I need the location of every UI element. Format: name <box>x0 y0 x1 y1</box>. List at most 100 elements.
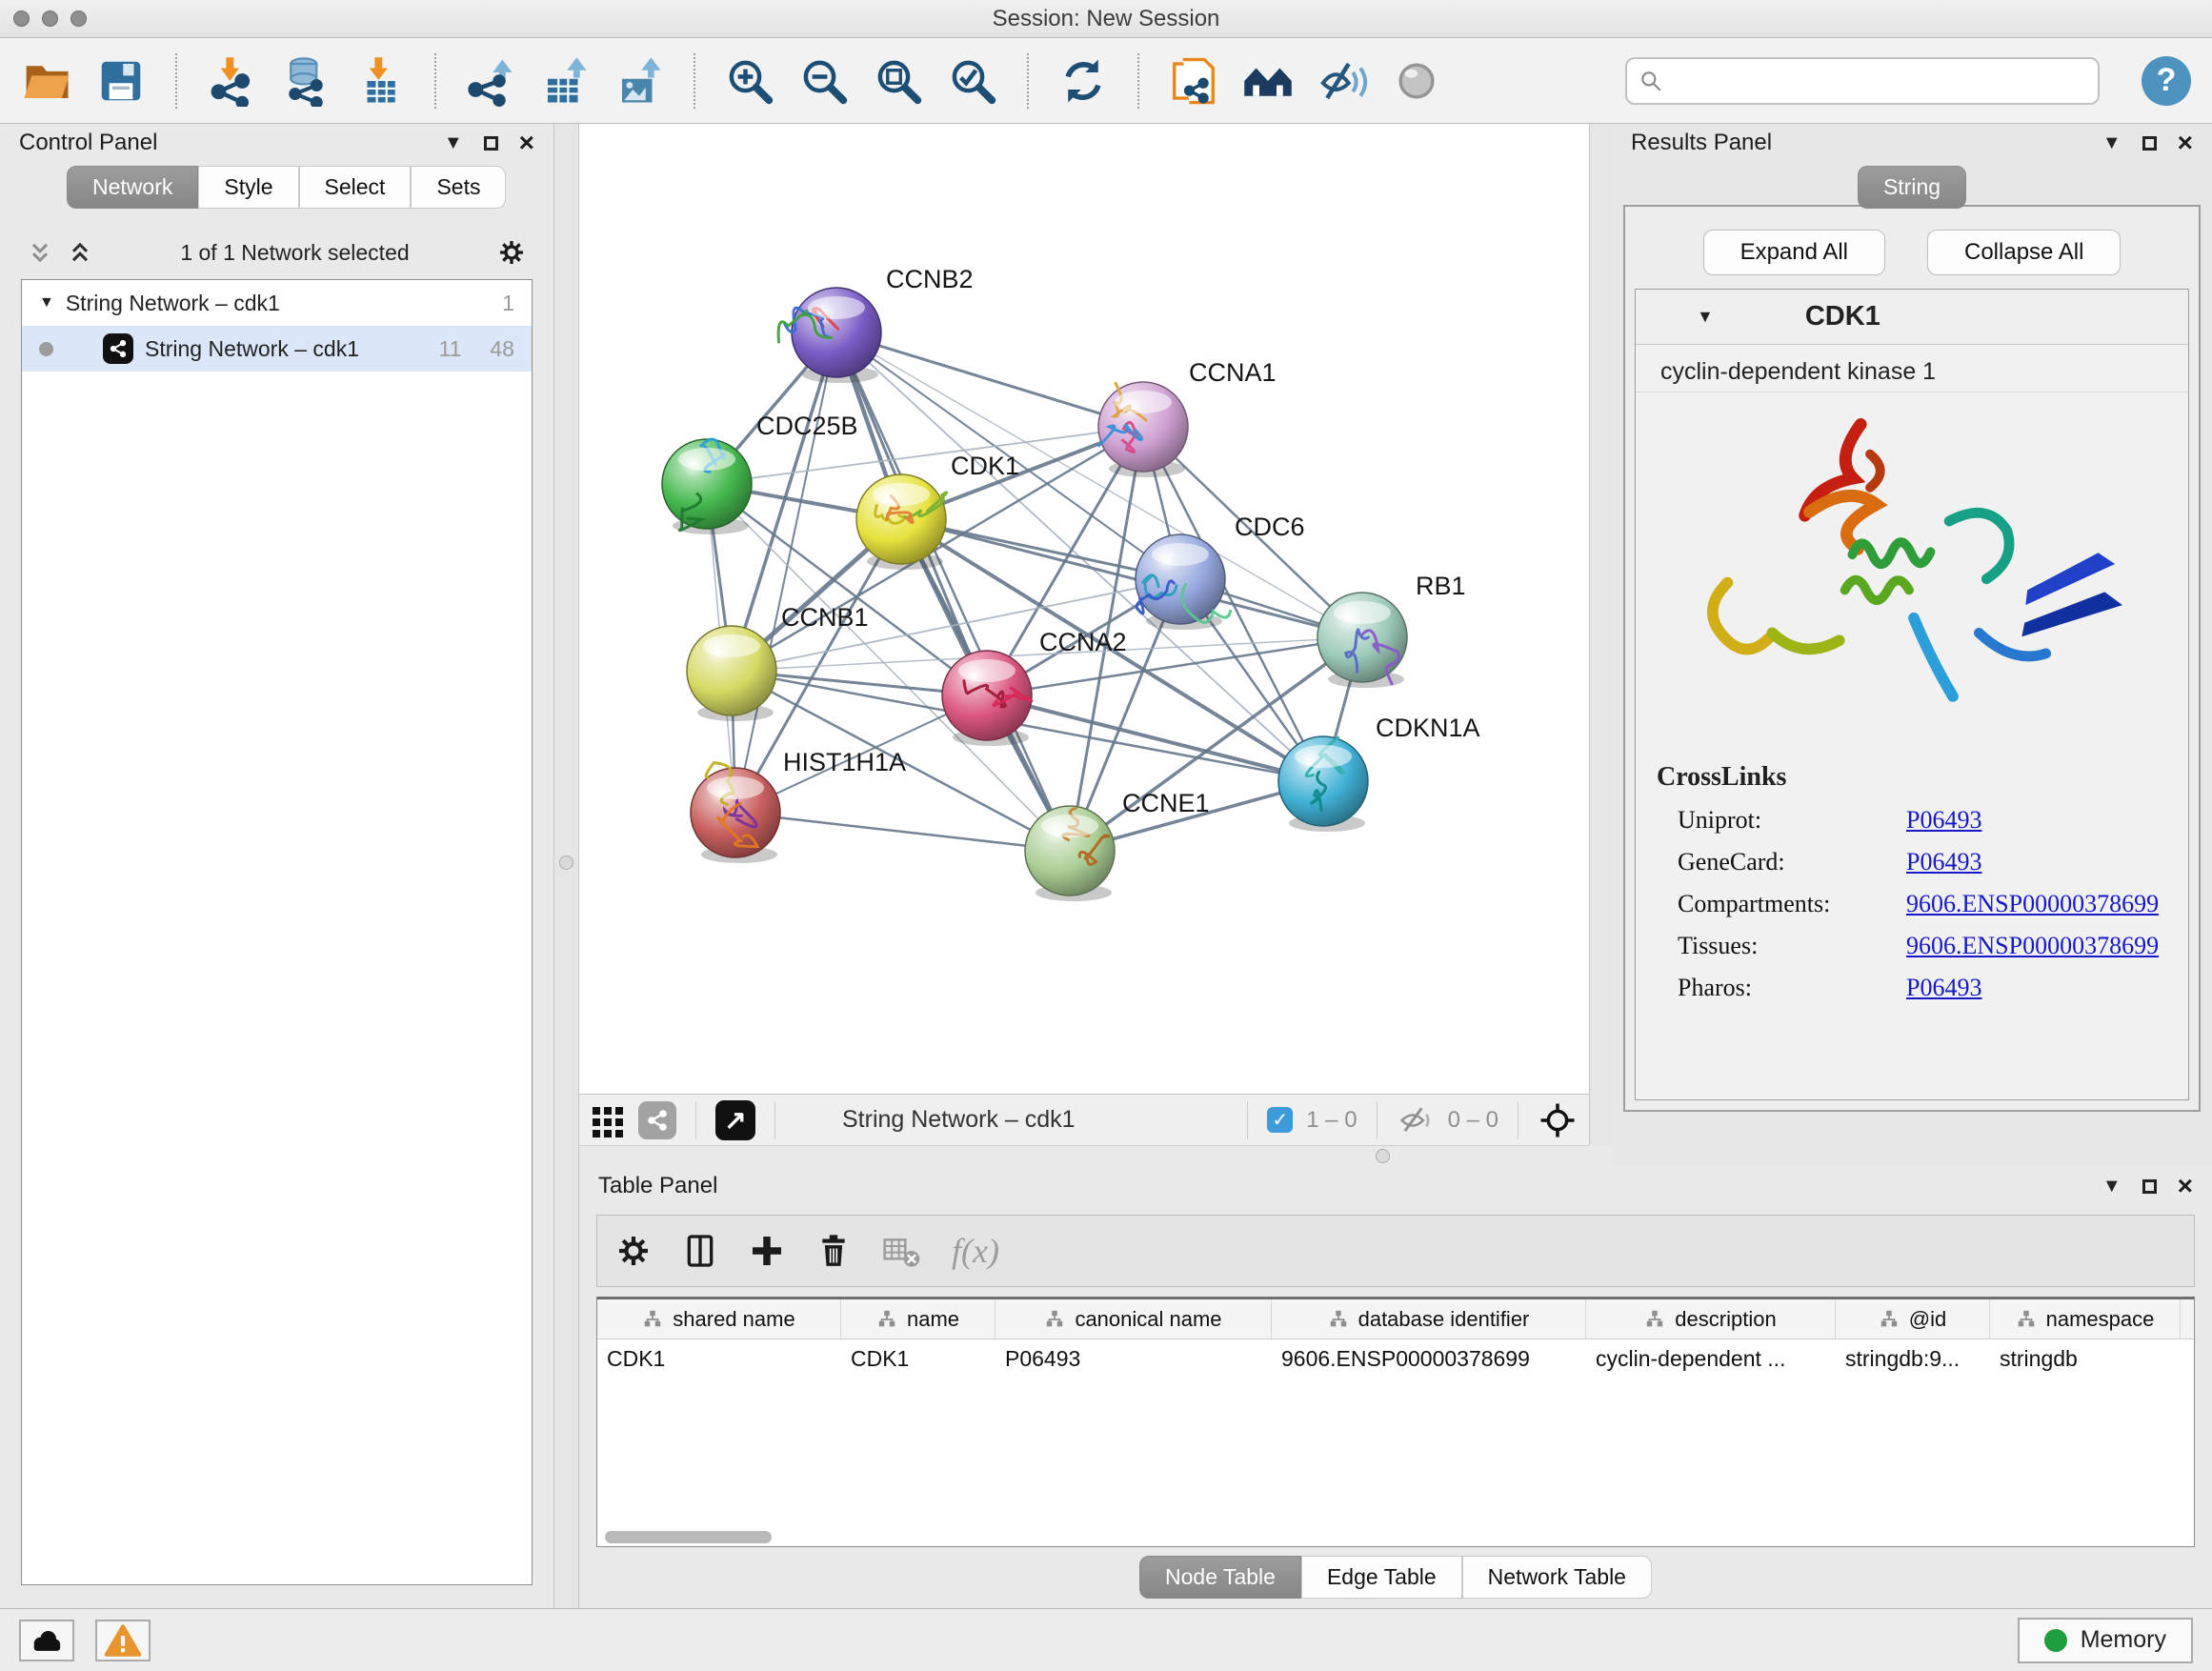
table-panel-close-icon[interactable]: × <box>2178 1173 2193 1199</box>
columns-icon[interactable] <box>681 1232 719 1270</box>
zoom-selected-icon[interactable] <box>947 55 998 107</box>
control-panel-menu-icon[interactable]: ▼ <box>444 132 463 154</box>
zoom-out-icon[interactable] <box>798 55 850 107</box>
gene-header[interactable]: ▼ CDK1 <box>1636 290 2188 345</box>
network-canvas[interactable]: CCNB2CCNA1CDC25BCDK1CDC6RB1CCNB1CCNA2CDK… <box>579 124 1589 1094</box>
delete-icon[interactable] <box>814 1232 853 1270</box>
tab-select[interactable]: Select <box>299 166 412 209</box>
column-header-database-identifier[interactable]: database identifier <box>1272 1299 1586 1339</box>
column-header-canonical-name[interactable]: canonical name <box>995 1299 1272 1339</box>
show-graphics-details-icon[interactable] <box>1391 55 1442 107</box>
grid-icon[interactable] <box>591 1103 625 1137</box>
zoom-fit-icon[interactable] <box>873 55 924 107</box>
network-node-CCNA1[interactable] <box>1098 382 1188 477</box>
network-node-CDKN1A[interactable] <box>1278 736 1368 832</box>
column-header-shared-name[interactable]: shared name <box>597 1299 841 1339</box>
collapse-all-icon[interactable] <box>27 239 53 266</box>
right-splitter[interactable] <box>1589 124 1612 1145</box>
help-button[interactable]: ? <box>2142 56 2191 106</box>
network-node-HIST1H1A[interactable] <box>691 763 780 864</box>
network-node-CDC6[interactable] <box>1136 534 1231 630</box>
cloud-button[interactable] <box>19 1620 74 1661</box>
string-home-icon[interactable] <box>1242 55 1294 107</box>
hidden-eye-icon[interactable] <box>1397 1105 1435 1136</box>
control-panel-close-icon[interactable]: × <box>519 130 534 156</box>
zoom-in-icon[interactable] <box>724 55 775 107</box>
network-node-CCNB1[interactable] <box>687 626 776 721</box>
expand-all-button[interactable]: Expand All <box>1703 230 1885 275</box>
column-header-name[interactable]: name <box>841 1299 995 1339</box>
export-image-icon[interactable] <box>613 55 665 107</box>
gear-icon[interactable] <box>496 237 527 268</box>
column-header-description[interactable]: description <box>1586 1299 1836 1339</box>
add-column-icon[interactable] <box>748 1232 786 1270</box>
tab-network[interactable]: Network <box>67 166 198 209</box>
network-row[interactable]: String Network – cdk1 11 48 <box>22 326 532 372</box>
import-network-from-database-icon[interactable] <box>280 55 332 107</box>
collection-caret-icon[interactable]: ▼ <box>39 294 54 312</box>
open-session-icon[interactable] <box>21 55 72 107</box>
memory-status-dot <box>2044 1629 2067 1652</box>
collapse-all-button[interactable]: Collapse All <box>1927 230 2121 275</box>
gear-icon[interactable] <box>614 1232 653 1270</box>
crosslink-link[interactable]: 9606.ENSP00000378699 <box>1906 932 2159 960</box>
expand-all-icon[interactable] <box>67 239 93 266</box>
edge-count: 48 <box>490 336 514 362</box>
crosslink-link[interactable]: P06493 <box>1906 974 1981 1002</box>
export-table-icon[interactable] <box>539 55 591 107</box>
network-node-CCNE1[interactable] <box>1025 806 1115 901</box>
selected-checkbox-icon[interactable]: ✓ <box>1267 1107 1293 1133</box>
table-panel-menu-icon[interactable]: ▼ <box>2102 1176 2122 1198</box>
table-cell[interactable]: stringdb:9... <box>1836 1339 1990 1378</box>
open-external-icon[interactable]: ↗ <box>715 1100 755 1140</box>
fit-crosshair-icon[interactable] <box>1538 1100 1578 1140</box>
network-node-CCNB2[interactable] <box>778 288 881 383</box>
network-node-CDK1[interactable] <box>856 474 947 570</box>
scrollbar-thumb[interactable] <box>605 1531 772 1543</box>
tab-network-table[interactable]: Network Table <box>1462 1556 1652 1599</box>
crosslink-link[interactable]: P06493 <box>1906 848 1981 876</box>
control-panel-float-icon[interactable] <box>484 136 498 151</box>
table-cell[interactable]: cyclin-dependent ... <box>1586 1339 1836 1378</box>
table-cell[interactable]: stringdb <box>1990 1339 2181 1378</box>
table-cell[interactable]: P06493 <box>995 1339 1272 1378</box>
results-panel-float-icon[interactable] <box>2142 136 2157 151</box>
share-icon[interactable] <box>638 1101 676 1139</box>
open-network-in-browser-icon[interactable] <box>1168 55 1219 107</box>
tab-string[interactable]: String <box>1858 166 1966 209</box>
export-network-icon[interactable] <box>465 55 516 107</box>
results-panel-menu-icon[interactable]: ▼ <box>2102 132 2122 154</box>
table-splitter[interactable] <box>579 1145 1589 1167</box>
hidden-count: 0 – 0 <box>1448 1107 1498 1134</box>
node-label-CCNE1: CCNE1 <box>1122 789 1210 817</box>
network-node-CDC25B[interactable] <box>662 439 752 534</box>
hide-glasses-icon[interactable] <box>1317 55 1368 107</box>
left-splitter[interactable] <box>553 124 579 1608</box>
save-session-icon[interactable] <box>95 55 147 107</box>
search-input[interactable] <box>1671 67 2086 95</box>
import-network-icon[interactable] <box>206 55 257 107</box>
tab-style[interactable]: Style <box>198 166 298 209</box>
tab-edge-table[interactable]: Edge Table <box>1301 1556 1462 1599</box>
table-cell[interactable]: 9606.ENSP00000378699 <box>1272 1339 1586 1378</box>
tab-sets[interactable]: Sets <box>411 166 506 209</box>
network-collection-row[interactable]: ▼ String Network – cdk1 1 <box>22 280 532 326</box>
memory-button[interactable]: Memory <box>2018 1618 2193 1663</box>
network-node-CCNA2[interactable] <box>942 651 1032 746</box>
table-horizontal-scrollbar[interactable] <box>597 1529 2194 1546</box>
warning-button[interactable] <box>95 1620 151 1661</box>
results-panel-close-icon[interactable]: × <box>2178 130 2193 156</box>
table-cell[interactable]: CDK1 <box>841 1339 995 1378</box>
node-label-HIST1H1A: HIST1H1A <box>783 748 906 776</box>
column-header-@id[interactable]: @id <box>1836 1299 1990 1339</box>
crosslink-link[interactable]: 9606.ENSP00000378699 <box>1906 890 2159 918</box>
update-network-icon[interactable] <box>1057 55 1109 107</box>
table-panel-float-icon[interactable] <box>2142 1179 2157 1194</box>
gene-caret-icon[interactable]: ▼ <box>1697 307 1714 327</box>
crosslink-link[interactable]: P06493 <box>1906 806 1981 835</box>
column-header-namespace[interactable]: namespace <box>1990 1299 2181 1339</box>
network-node-RB1[interactable] <box>1317 593 1407 688</box>
tab-node-table[interactable]: Node Table <box>1139 1556 1301 1599</box>
table-cell[interactable]: CDK1 <box>597 1339 841 1378</box>
import-table-icon[interactable] <box>354 55 406 107</box>
